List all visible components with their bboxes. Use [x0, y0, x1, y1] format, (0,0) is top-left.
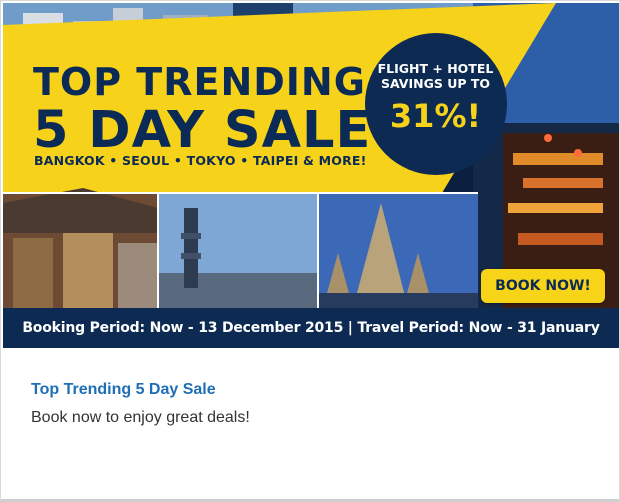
headline-line-2: 5 DAY SALE: [33, 101, 372, 160]
savings-badge: FLIGHT + HOTEL SAVINGS UP TO 31%!: [363, 33, 508, 178]
banner-headline: TOP TRENDING 5 DAY SALE: [33, 63, 371, 156]
offer-line-1: FLIGHT + HOTEL: [377, 61, 494, 76]
promo-title-link[interactable]: Top Trending 5 Day Sale: [31, 381, 216, 399]
promo-caption: Top Trending 5 Day Sale Book now to enjo…: [1, 348, 619, 498]
offer-line-2: SAVINGS UP TO: [380, 76, 491, 91]
book-now-button[interactable]: BOOK NOW!: [481, 269, 605, 303]
headline-line-1: TOP TRENDING: [33, 60, 366, 104]
destination-cities: BANGKOK • SEOUL • TOKYO • TAIPEI & MORE!: [34, 153, 367, 168]
offer-percent: 31%!: [389, 97, 482, 135]
promo-card[interactable]: TOP TRENDING 5 DAY SALE BANGKOK • SEOUL …: [0, 0, 620, 502]
booking-period-bar: Booking Period: Now - 13 December 2015 |…: [3, 308, 619, 348]
promo-subtitle: Book now to enjoy great deals!: [31, 409, 250, 426]
promo-banner-image[interactable]: TOP TRENDING 5 DAY SALE BANGKOK • SEOUL …: [3, 3, 619, 348]
